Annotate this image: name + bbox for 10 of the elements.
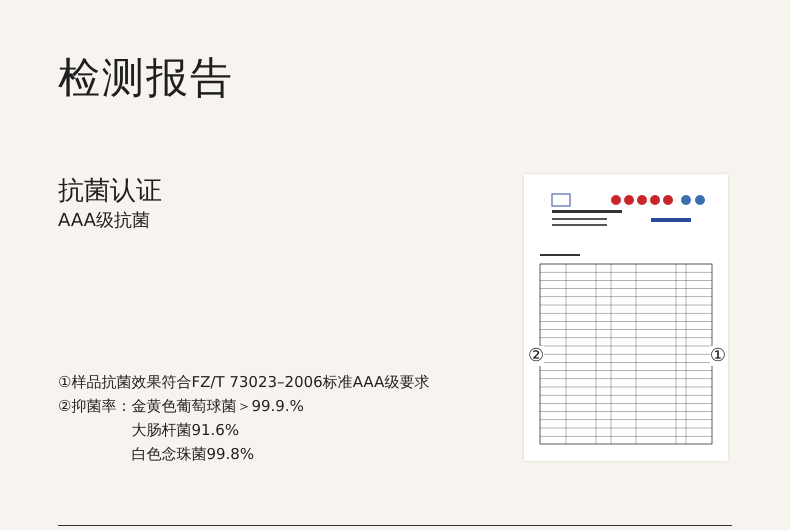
report-marker: ① (710, 346, 726, 366)
standard-note: ①样品抗菌效果符合FZ/T 73023–2006标准AAA级要求 (58, 372, 430, 393)
inhibition-rate: 白色念珠菌99.8% (131, 444, 256, 465)
inhibition-rate: 金黄色葡萄球菌＞99.9.% (131, 396, 304, 417)
inhibition-rate: 大肠杆菌91.6% (131, 420, 240, 441)
page-heading: 检测报告 (58, 52, 235, 104)
section-subtitle: AAA级抗菌 (58, 209, 151, 233)
section-title: 抗菌认证 (58, 175, 163, 208)
inhibition-label: ②抑菌率： (58, 396, 132, 417)
report-marker: ② (528, 346, 544, 366)
